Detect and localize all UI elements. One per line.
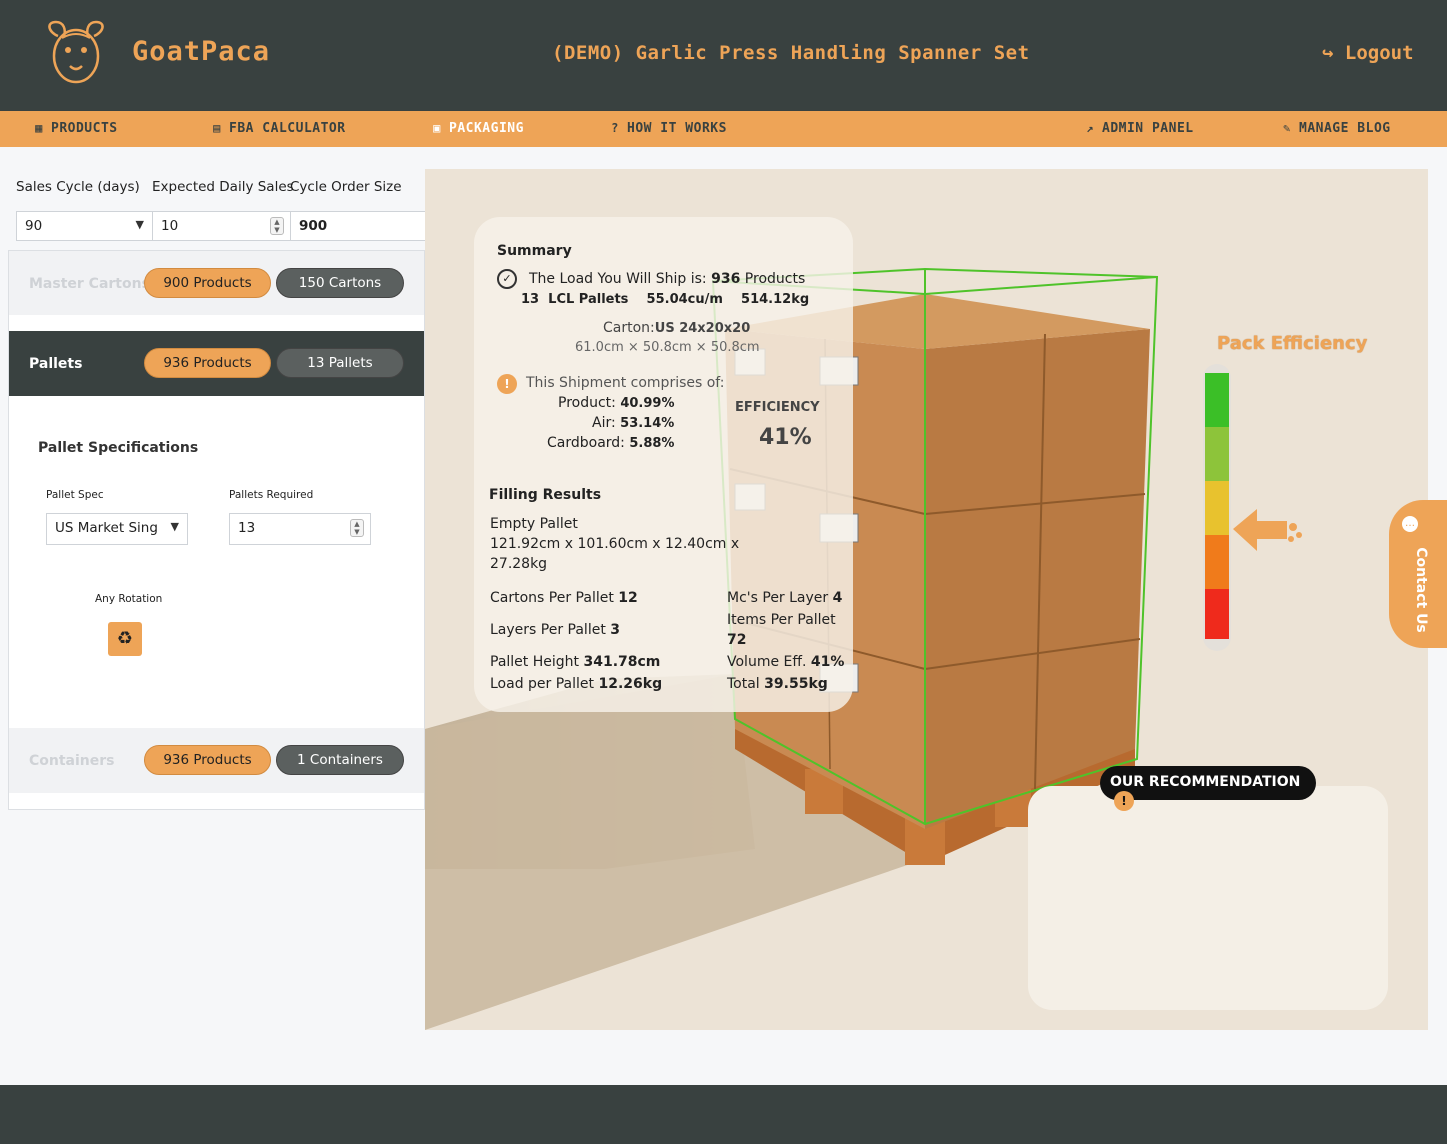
stepper-icon[interactable]: ▲ ▼: [270, 217, 284, 235]
question-circle-icon: ?: [611, 121, 619, 135]
footer: [0, 1085, 1447, 1144]
filling-results-title: Filling Results: [489, 487, 602, 503]
pallet-spec-label: Pallet Spec: [46, 489, 104, 501]
nav-products[interactable]: ▦ PRODUCTS: [32, 121, 118, 136]
empty-pallet-label: Empty Pallet: [490, 516, 578, 532]
stepper-icon[interactable]: ▲ ▼: [350, 519, 364, 537]
pallets-label: Pallets: [29, 356, 83, 372]
pallets-count-pill[interactable]: 13 Pallets: [276, 348, 404, 378]
blog-icon: ✎: [1283, 121, 1291, 135]
cardboard-share: Cardboard: 5.88%: [547, 435, 675, 451]
calculator-icon: ▤: [213, 121, 221, 135]
pack-efficiency-gauge: [1203, 364, 1231, 651]
expected-daily-input[interactable]: 10 ▲ ▼: [152, 211, 291, 241]
any-rotation-label: Any Rotation: [95, 593, 163, 605]
load-line: The Load You Will Ship is: 936 Products: [529, 271, 806, 287]
nav-packaging[interactable]: ▣ PACKAGING: [430, 121, 524, 136]
logout-icon: ↪: [1322, 42, 1334, 64]
pallet-height: Pallet Height 341.78cm: [490, 654, 661, 670]
master-cartons-count-pill[interactable]: 150 Cartons: [276, 268, 404, 298]
contact-us-label: Contact Us: [1413, 547, 1429, 633]
pack-efficiency-title: Pack Efficiency: [1217, 333, 1368, 354]
main-nav: ▦ PRODUCTS ▤ FBA CALCULATOR ▣ PACKAGING ? HO…: [0, 111, 1447, 147]
master-cartons-row[interactable]: Master Cartons 900 Products 150 Cartons: [9, 251, 424, 315]
containers-label: Containers: [29, 753, 115, 769]
recommendation-badge[interactable]: OUR RECOMMENDATION !: [1100, 766, 1316, 811]
sales-cycle-label: Sales Cycle (days): [16, 179, 140, 195]
cycle-order-field[interactable]: 900: [290, 211, 425, 241]
pallets-required-label: Pallets Required: [229, 489, 314, 501]
comprises-label: This Shipment comprises of:: [526, 375, 725, 391]
pointing-hand-icon: [1233, 509, 1302, 551]
chat-bubble-icon: …: [1402, 516, 1418, 532]
logout-link[interactable]: ↪ Logout: [1322, 42, 1414, 64]
top-header: GoatPaca (DEMO) Garlic Press Handling Sp…: [0, 0, 1447, 111]
recommendation-box: [1028, 786, 1388, 1010]
check-circle-icon: ✓: [497, 269, 517, 289]
volume-eff: Volume Eff. 41%: [727, 654, 845, 670]
master-cartons-products-pill[interactable]: 900 Products: [144, 268, 271, 298]
master-cartons-label: Master Cartons: [29, 276, 150, 292]
sales-cycle-select[interactable]: 90 ▼: [16, 211, 153, 241]
items-per-pallet-label: Items Per Pallet: [727, 612, 836, 628]
load-per-pallet: Load per Pallet 12.26kg: [490, 676, 663, 692]
cycle-order-label: Cycle Order Size: [290, 179, 402, 195]
nav-how-it-works[interactable]: ? HOW IT WORKS: [608, 121, 727, 136]
items-per-pallet-value: 72: [727, 632, 747, 648]
pallet-spec-title: Pallet Specifications: [38, 440, 199, 456]
alert-icon: !: [1114, 791, 1134, 811]
brand-name[interactable]: GoatPaca: [132, 36, 270, 67]
gift-box-icon: ▣: [433, 121, 441, 135]
containers-count-pill[interactable]: 1 Containers: [276, 745, 404, 775]
pallets-required-input[interactable]: 13 ▲ ▼: [229, 513, 371, 545]
goat-logo-icon[interactable]: [44, 20, 108, 86]
nav-manage-blog[interactable]: ✎ MANAGE BLOG: [1280, 121, 1391, 136]
carton-line: Carton:US 24x20x20: [603, 320, 751, 336]
line-chart-icon: ↗: [1086, 121, 1094, 135]
air-share: Air: 53.14%: [592, 415, 675, 431]
pallets-row[interactable]: Pallets 936 Products 13 Pallets: [9, 331, 424, 396]
containers-row[interactable]: Containers 936 Products 1 Containers: [9, 728, 424, 793]
efficiency-value: 41%: [759, 425, 812, 450]
pallets-products-pill[interactable]: 936 Products: [144, 348, 271, 378]
product-title: (DEMO) Garlic Press Handling Spanner Set: [552, 42, 1030, 64]
cartons-per-pallet: Cartons Per Pallet 12: [490, 590, 638, 606]
chevron-down-icon: ▼: [168, 520, 179, 533]
carton-dims: 61.0cm × 50.8cm × 50.8cm: [575, 340, 760, 355]
packaging-panel: Master Cartons 900 Products 150 Cartons …: [8, 250, 425, 810]
product-share: Product: 40.99%: [558, 395, 675, 411]
nav-admin-panel[interactable]: ↗ ADMIN PANEL: [1083, 121, 1194, 136]
efficiency-label: EFFICIENCY: [735, 400, 820, 415]
mcs-per-layer: Mc's Per Layer 4: [727, 590, 843, 606]
contact-us-tab[interactable]: … Contact Us: [1389, 500, 1447, 648]
recycle-icon: ♻: [116, 628, 134, 649]
nav-fba-calculator[interactable]: ▤ FBA CALCULATOR: [210, 121, 346, 136]
warehouse-icon: ▦: [35, 121, 43, 135]
recycle-rotation-button[interactable]: ♻: [108, 622, 142, 656]
warning-circle-icon: !: [497, 374, 517, 394]
logout-label: Logout: [1344, 42, 1414, 64]
layers-per-pallet: Layers Per Pallet 3: [490, 622, 621, 638]
empty-pallet-dims: 121.92cm x 101.60cm x 12.40cm x: [490, 536, 740, 552]
chevron-down-icon: ▼: [135, 218, 144, 231]
summary-title: Summary: [497, 243, 572, 259]
carton-stack-side: [925, 329, 1150, 829]
pallet-spec-select[interactable]: US Market Sing ▼: [46, 513, 188, 545]
total-weight: Total 39.55kg: [727, 676, 828, 692]
load-details: 13 LCL Pallets 55.04cu/m 514.12kg: [521, 292, 810, 307]
expected-daily-label: Expected Daily Sales: [152, 179, 294, 195]
containers-products-pill[interactable]: 936 Products: [144, 745, 271, 775]
empty-pallet-weight: 27.28kg: [490, 556, 548, 572]
